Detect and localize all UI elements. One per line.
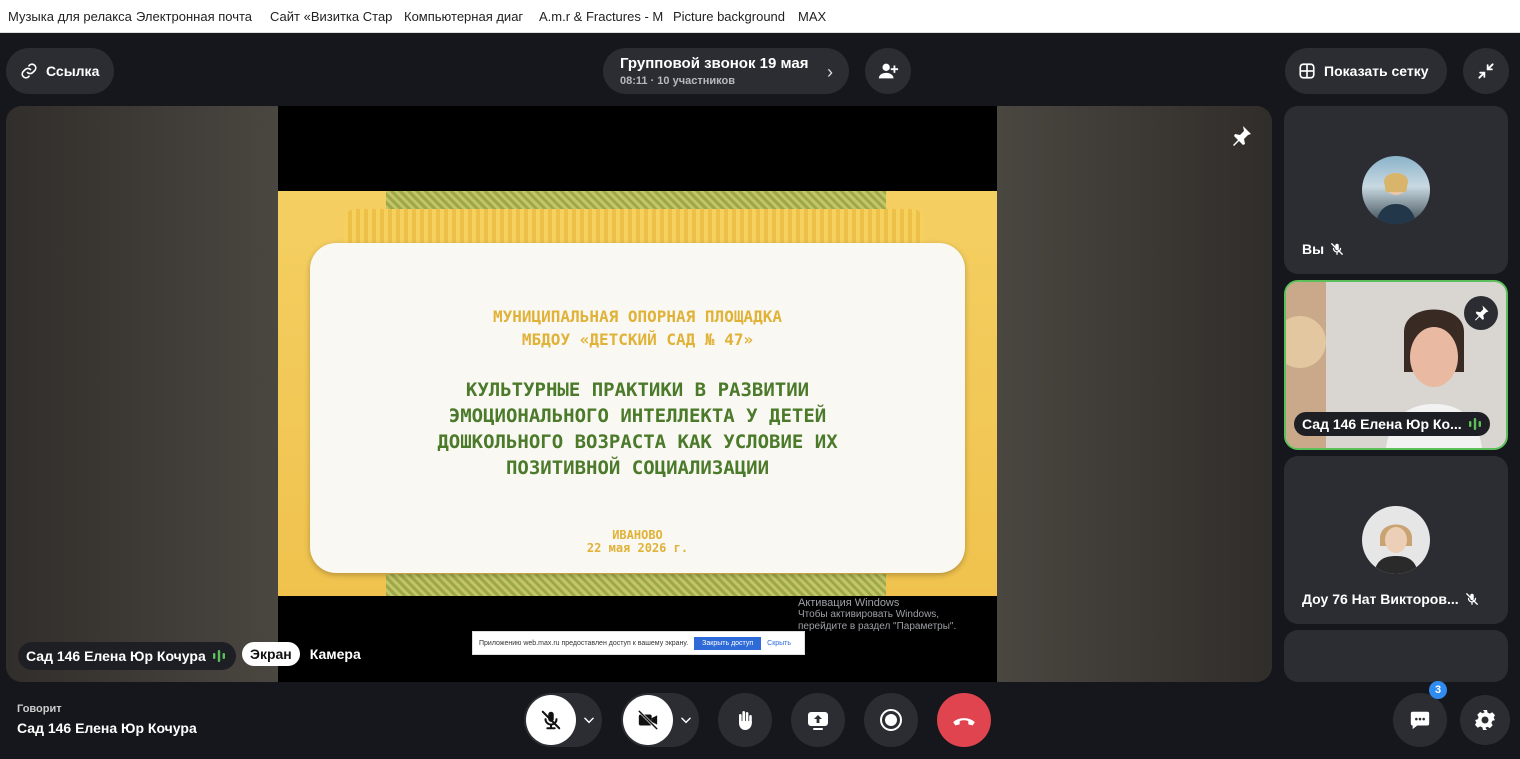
participant-tile-active[interactable]: Сад 146 Елена Юр Ко... <box>1284 280 1508 450</box>
bookmark-item[interactable]: MAX <box>798 9 848 24</box>
bookmarks-bar: Музыка для релакса Электронная почта Сай… <box>0 0 1520 33</box>
mute-button[interactable] <box>526 695 576 745</box>
slide-org-line: МУНИЦИПАЛЬНАЯ ОПОРНАЯ ПЛОЩАДКА <box>493 307 782 326</box>
participant-name: Доу 76 Нат Викторов... <box>1302 591 1459 607</box>
slide-band-bottom <box>386 574 886 596</box>
pin-icon[interactable] <box>1229 124 1253 148</box>
watermark-heading: Активация Windows <box>798 597 900 609</box>
collapse-icon <box>1478 63 1494 79</box>
settings-button[interactable] <box>1460 695 1510 745</box>
stage-backdrop-right <box>997 106 1272 682</box>
share-screen-button[interactable] <box>791 693 845 747</box>
link-button[interactable]: Ссылка <box>6 48 114 94</box>
participant-name: Сад 146 Елена Юр Ко... <box>1302 416 1462 432</box>
record-icon <box>880 709 902 731</box>
screen-share: МУНИЦИПАЛЬНАЯ ОПОРНАЯ ПЛОЩАДКА МБДОУ «ДЕ… <box>278 106 997 682</box>
chevron-right-icon: › <box>827 62 833 82</box>
link-icon <box>21 63 37 79</box>
camera-button[interactable] <box>623 695 673 745</box>
muted-mic-icon <box>1465 593 1478 605</box>
add-participant-button[interactable] <box>865 48 911 94</box>
muted-mic-icon <box>1331 243 1343 255</box>
chat-unread-badge: 3 <box>1429 681 1447 699</box>
hand-icon <box>739 711 752 730</box>
screen-share-notice: Приложению web.max.ru предоставлен досту… <box>472 631 805 655</box>
participant-name: Вы <box>1302 241 1325 257</box>
stop-sharing-button[interactable]: Закрыть доступ <box>694 636 762 650</box>
stage-speaker-name: Сад 146 Елена Юр Кочура <box>26 648 206 664</box>
avatar <box>1362 156 1430 224</box>
participant-name-row: Доу 76 Нат Викторов... <box>1302 591 1479 607</box>
slide-title-line: КУЛЬТУРНЫЕ ПРАКТИКИ В РАЗВИТИИ <box>465 379 810 401</box>
chat-icon <box>1410 711 1430 730</box>
participant-tile[interactable]: Доу 76 Нат Викторов... <box>1284 456 1508 624</box>
participant-name-row: Вы <box>1302 241 1344 257</box>
screen-share-icon <box>808 712 828 730</box>
add-user-icon <box>878 63 899 79</box>
bookmark-item[interactable]: Компьютерная диаг <box>404 9 539 24</box>
camera-options-button[interactable] <box>673 713 699 727</box>
main-stage: МУНИЦИПАЛЬНАЯ ОПОРНАЯ ПЛОЩАДКА МБДОУ «ДЕ… <box>6 106 1272 682</box>
call-app: Ссылка Групповой звонок 19 мая 08:11 · 1… <box>0 33 1520 759</box>
windows-activation-watermark: Активация Windows Чтобы активировать Win… <box>798 597 988 633</box>
slide-date: 22 мая 2026 г. <box>586 541 689 555</box>
link-label: Ссылка <box>46 63 100 79</box>
tab-camera[interactable]: Камера <box>310 646 361 662</box>
pin-icon <box>1475 305 1489 321</box>
call-subtitle: 08:11 · 10 участников <box>620 75 735 87</box>
pin-button[interactable] <box>1464 296 1498 330</box>
speaking-icon <box>212 650 225 662</box>
bookmark-item[interactable]: A.m.r & Fractures - M <box>539 9 673 24</box>
camera-off-icon <box>637 709 659 731</box>
share-notice-text: Приложению web.max.ru предоставлен досту… <box>479 639 689 647</box>
slide-title-line: ПОЗИТИВНОЙ СОЦИАЛИЗАЦИИ <box>505 457 770 479</box>
record-button[interactable] <box>864 693 918 747</box>
tab-screen[interactable]: Экран <box>242 642 300 666</box>
call-info-button[interactable]: Групповой звонок 19 мая 08:11 · 10 участ… <box>603 48 849 94</box>
chevron-down-icon <box>681 717 691 724</box>
speaking-name: Сад 146 Елена Юр Кочура <box>17 720 197 736</box>
slide-footer: ИВАНОВО 22 мая 2026 г. <box>310 529 965 555</box>
mic-options-button[interactable] <box>576 713 602 727</box>
bookmark-item[interactable]: Музыка для релакса <box>8 9 136 24</box>
call-title: Групповой звонок 19 мая <box>620 55 809 72</box>
hide-notice-button[interactable]: Скрыть <box>767 640 791 647</box>
microphone-control <box>524 693 602 747</box>
bookmark-item[interactable]: Сайт «Визитка Стар <box>270 9 404 24</box>
bookmark-item[interactable]: Электронная почта <box>136 9 270 24</box>
grid-icon <box>1299 63 1315 79</box>
participant-tile[interactable]: Вы <box>1284 106 1508 274</box>
avatar <box>1362 506 1430 574</box>
gear-icon <box>1475 710 1495 730</box>
minimize-button[interactable] <box>1463 48 1509 94</box>
show-grid-button[interactable]: Показать сетку <box>1285 48 1447 94</box>
control-bar: Говорит Сад 146 Елена Юр Кочура 3 <box>0 681 1520 759</box>
participant-tile[interactable] <box>1284 630 1508 682</box>
chat-button[interactable] <box>1393 693 1447 747</box>
watermark-text: Чтобы активировать Windows, перейдите в … <box>798 609 957 632</box>
bookmark-item[interactable]: Picture background <box>673 9 798 24</box>
end-call-button[interactable] <box>937 693 991 747</box>
speaking-label: Говорит <box>17 703 62 715</box>
slide-title-line: ЭМОЦИОНАЛЬНОГО ИНТЕЛЛЕКТА У ДЕТЕЙ <box>448 405 827 427</box>
slide-org: МУНИЦИПАЛЬНАЯ ОПОРНАЯ ПЛОЩАДКА МБДОУ «ДЕ… <box>310 305 965 351</box>
stage-speaker-tag: Сад 146 Елена Юр Кочура <box>18 642 236 670</box>
slide-card: МУНИЦИПАЛЬНАЯ ОПОРНАЯ ПЛОЩАДКА МБДОУ «ДЕ… <box>310 243 965 573</box>
chevron-down-icon <box>584 717 594 724</box>
presentation-slide: МУНИЦИПАЛЬНАЯ ОПОРНАЯ ПЛОЩАДКА МБДОУ «ДЕ… <box>278 191 997 596</box>
stage-backdrop-left <box>6 106 278 682</box>
camera-control <box>621 693 699 747</box>
stage-source-tabs: Экран Камера <box>242 642 361 666</box>
phone-hangup-icon <box>953 718 975 726</box>
slide-title: КУЛЬТУРНЫЕ ПРАКТИКИ В РАЗВИТИИ ЭМОЦИОНАЛ… <box>310 377 965 481</box>
muted-mic-icon <box>541 710 561 730</box>
grid-label: Показать сетку <box>1324 63 1429 79</box>
participant-name-row: Сад 146 Елена Юр Ко... <box>1294 412 1490 436</box>
raise-hand-button[interactable] <box>718 693 772 747</box>
slide-title-line: ДОШКОЛЬНОГО ВОЗРАСТА КАК УСЛОВИЕ ИХ <box>437 431 838 453</box>
speaking-icon <box>1468 418 1481 430</box>
slide-org-line: МБДОУ «ДЕТСКИЙ САД № 47» <box>521 330 754 349</box>
